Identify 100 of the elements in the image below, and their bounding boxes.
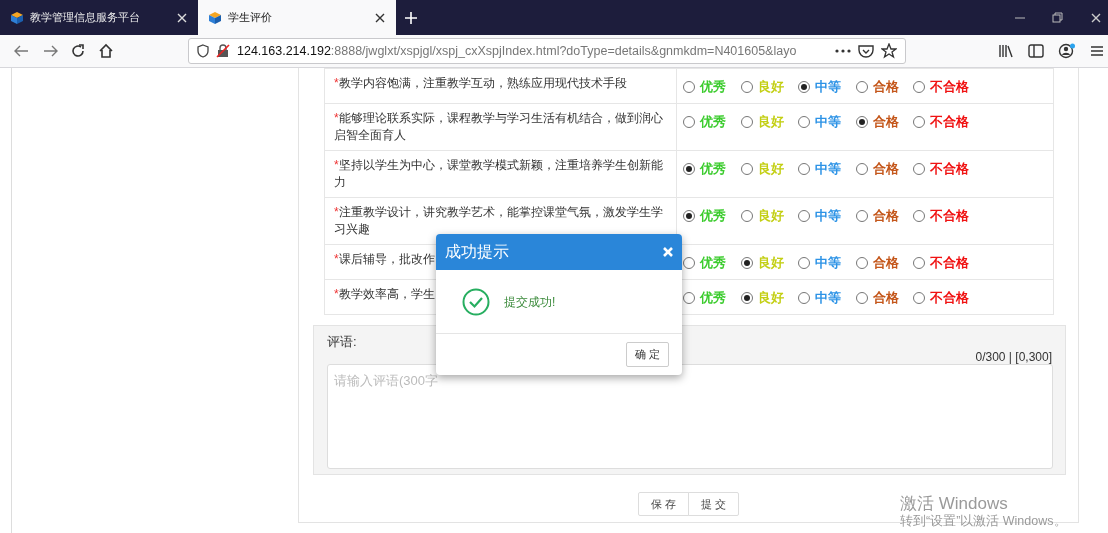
rating-option[interactable]: 不合格 — [913, 207, 971, 224]
rating-label: 不合格 — [930, 78, 969, 95]
rating-label: 不合格 — [930, 207, 969, 224]
rating-label: 良好 — [757, 78, 784, 95]
browser-tab[interactable]: 教学管理信息服务平台 — [0, 0, 198, 35]
rating-option[interactable]: 中等 — [798, 207, 856, 224]
lock-icon[interactable] — [216, 44, 230, 58]
browser-tab[interactable]: 学生评价 — [198, 0, 396, 35]
rating-label: 中等 — [815, 113, 841, 130]
rating-label: 合格 — [872, 254, 899, 271]
radio-button[interactable] — [683, 115, 695, 128]
rating-label: 不合格 — [930, 254, 969, 271]
radio-button[interactable] — [740, 80, 753, 93]
plus-icon[interactable] — [404, 10, 418, 25]
rating-option[interactable]: 合格 — [855, 160, 913, 177]
cube-icon — [208, 10, 222, 25]
radio-button[interactable] — [798, 162, 810, 175]
radio-button[interactable] — [855, 209, 868, 222]
radio-button[interactable] — [855, 162, 868, 175]
radio-button[interactable] — [683, 209, 695, 222]
sidebar-icon[interactable] — [1028, 44, 1044, 58]
rating-label: 不合格 — [930, 113, 969, 130]
radio-button[interactable] — [913, 256, 925, 269]
pocket-icon[interactable] — [858, 44, 874, 58]
radio-button[interactable] — [913, 209, 925, 222]
url-text: 124.163.214.192:8888/jwglxt/xspjgl/xspj_cxXspjIndex.html?doType=details&gnmkdm=N401605&layo — [237, 42, 798, 60]
radio-button[interactable] — [913, 162, 925, 175]
radio-button[interactable] — [913, 291, 925, 304]
rating-option[interactable]: 不合格 — [913, 78, 971, 95]
rating-label: 合格 — [872, 289, 899, 306]
rating-label: 优秀 — [700, 289, 726, 306]
rating-label: 中等 — [815, 207, 841, 224]
close-icon[interactable] — [374, 11, 386, 24]
account-icon[interactable] — [1058, 43, 1076, 59]
radio-button[interactable] — [855, 80, 868, 93]
radio-button[interactable] — [798, 291, 810, 304]
rating-label: 良好 — [757, 207, 784, 224]
home-icon[interactable] — [98, 43, 114, 59]
radio-button[interactable] — [740, 291, 753, 304]
rating-option[interactable]: 不合格 — [913, 254, 971, 271]
action-button[interactable]: 提 交 — [688, 491, 740, 516]
rating-option[interactable]: 中等 — [798, 254, 856, 271]
restore-icon[interactable] — [1052, 11, 1064, 24]
reload-icon[interactable] — [70, 43, 86, 59]
rating-label: 合格 — [872, 113, 899, 130]
rating-label: 优秀 — [700, 207, 726, 224]
rating-option[interactable]: 中等 — [798, 160, 856, 177]
library-icon[interactable] — [998, 44, 1014, 58]
ok-button[interactable]: 确 定 — [625, 342, 669, 367]
rating-option[interactable]: 中等 — [798, 289, 856, 306]
radio-button[interactable] — [913, 115, 925, 128]
radio-button[interactable] — [798, 115, 810, 128]
rating-label: 合格 — [872, 78, 899, 95]
radio-button[interactable] — [683, 80, 695, 93]
radio-button[interactable] — [855, 256, 868, 269]
radio-button[interactable] — [798, 80, 810, 93]
radio-button[interactable] — [855, 115, 868, 128]
more-icon[interactable] — [835, 48, 851, 54]
radio-button[interactable] — [913, 80, 925, 93]
rating-label: 良好 — [757, 113, 784, 130]
dialog-title: 成功提示 — [445, 242, 509, 262]
comment-field[interactable]: 请输入评语(300字 — [327, 363, 1053, 469]
rating-option[interactable]: 合格 — [855, 207, 913, 224]
star-icon[interactable] — [881, 43, 897, 59]
character-counter: 0/300 | [0,300] — [975, 349, 1052, 364]
radio-button[interactable] — [855, 291, 868, 304]
shield-icon[interactable] — [197, 44, 209, 58]
rating-option[interactable]: 合格 — [855, 113, 913, 130]
check-circle-icon — [462, 287, 490, 316]
rating-option[interactable]: 中等 — [798, 113, 856, 130]
rating-option[interactable]: 中等 — [798, 78, 856, 95]
radio-button[interactable] — [740, 115, 753, 128]
radio-button[interactable] — [740, 162, 753, 175]
radio-button[interactable] — [740, 209, 753, 222]
rating-label: 不合格 — [930, 160, 969, 177]
menu-icon[interactable] — [1090, 44, 1104, 58]
question-text: *课后辅导，批改作 — [334, 252, 435, 266]
rating-option[interactable]: 合格 — [855, 289, 913, 306]
radio-button[interactable] — [798, 209, 810, 222]
radio-button[interactable] — [798, 256, 810, 269]
rating-label: 合格 — [872, 160, 899, 177]
question-text: *坚持以学生为中心，课堂教学模式新颖，注重培养学生创新能力 — [334, 158, 663, 189]
rating-label: 优秀 — [700, 78, 726, 95]
question-text: *教学效率高，学生 — [334, 287, 435, 301]
rating-label: 优秀 — [700, 254, 726, 271]
rating-option[interactable]: 不合格 — [913, 289, 971, 306]
rating-label: 良好 — [757, 160, 784, 177]
watermark-subtitle: 转到“设置”以激活 Windows。 — [900, 513, 1067, 528]
radio-button[interactable] — [683, 162, 695, 175]
radio-button[interactable] — [683, 256, 695, 269]
radio-button[interactable] — [740, 256, 753, 269]
address-bar[interactable]: 124.163.214.192:8888/jwglxt/xspjgl/xspj_cxXspjIndex.html?doType=details&gnmkdm=N401605&layo — [188, 38, 906, 64]
radio-button[interactable] — [683, 291, 695, 304]
rating-option[interactable]: 不合格 — [913, 113, 971, 130]
question-text: *能够理论联系实际，课程教学与学习生活有机结合，做到润心启智全面育人 — [334, 111, 663, 142]
rating-label: 中等 — [815, 289, 841, 306]
rating-option[interactable]: 合格 — [855, 78, 913, 95]
rating-option[interactable]: 不合格 — [913, 160, 971, 177]
rating-option[interactable]: 合格 — [855, 254, 913, 271]
action-button[interactable]: 保 存 — [637, 491, 689, 516]
